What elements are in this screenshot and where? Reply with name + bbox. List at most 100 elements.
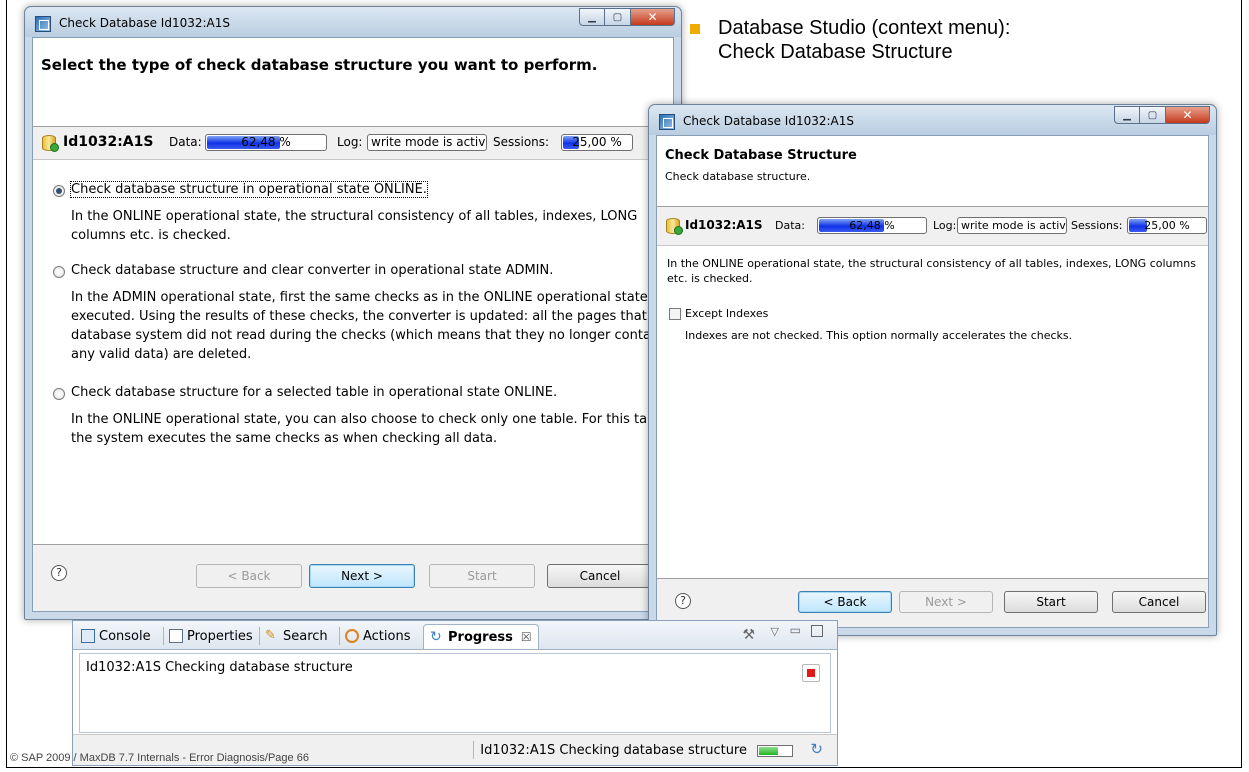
- sessions-meter: 25,00 %: [1127, 217, 1207, 234]
- status-progress-meter: [757, 745, 793, 757]
- tab-progress[interactable]: ↻ Progress ☒: [423, 624, 539, 649]
- actions-icon: [345, 629, 359, 643]
- progress-icon[interactable]: ↻: [810, 740, 823, 758]
- window-controls: ▁ ▢ ✕: [1114, 106, 1210, 124]
- dialog2-client: Check Database Structure Check database …: [656, 135, 1209, 628]
- tab-actions-label: Actions: [363, 628, 411, 644]
- sessions-value: 25,00 %: [1144, 219, 1190, 232]
- search-icon: ✎: [265, 628, 276, 643]
- cancel-button[interactable]: Cancel: [1112, 591, 1206, 613]
- option-table-check-description: In the ONLINE operational state, you can…: [71, 412, 667, 446]
- option-admin-check-description: In the ADMIN operational state, first th…: [71, 290, 673, 362]
- database-icon: [42, 135, 59, 152]
- log-label: Log:: [933, 219, 957, 232]
- maximize-icon[interactable]: ▢: [1140, 106, 1166, 124]
- back-button[interactable]: < Back: [798, 591, 892, 613]
- window-controls: ▁ ▢ ✕: [579, 8, 675, 26]
- dialog1-client: Select the type of check database struct…: [32, 37, 674, 612]
- dialog1-titlebar[interactable]: Check Database Id1032:A1S ▁ ▢ ✕: [25, 7, 681, 37]
- start-button[interactable]: Start: [429, 564, 535, 588]
- bullet-square-icon: [690, 24, 700, 34]
- tab-separator: [163, 627, 164, 645]
- dialog2-db-status-line: Id1032:A1S Data: 62,48 % Log: write mode…: [657, 207, 1208, 246]
- radio-admin-check[interactable]: [53, 266, 65, 278]
- dialog2-description: In the ONLINE operational state, the str…: [667, 257, 1196, 285]
- maximize-icon[interactable]: ▢: [605, 8, 631, 26]
- progress-job-label: Id1032:A1S Checking database structure: [86, 660, 353, 675]
- properties-icon: [169, 629, 183, 643]
- progress-view-panel: Console Properties ✎ Search Actions ↻ Pr…: [72, 620, 838, 766]
- tab-console-label: Console: [99, 628, 151, 644]
- view-menu-icon[interactable]: ▽: [771, 625, 779, 638]
- close-icon[interactable]: ✕: [1166, 106, 1210, 124]
- status-separator: [473, 741, 474, 759]
- status-text: Id1032:A1S Checking database structure: [480, 743, 747, 758]
- option-online-check-description: In the ONLINE operational state, the str…: [71, 209, 638, 243]
- minimize-view-icon[interactable]: ▭: [790, 623, 801, 637]
- tab-console[interactable]: Console: [81, 624, 151, 648]
- dialog1-db-status-line: Id1032:A1S Data: 62,48 % Log: write mode…: [33, 127, 673, 160]
- radio-online-check[interactable]: [53, 185, 65, 197]
- dialog-select-check-type: Check Database Id1032:A1S ▁ ▢ ✕ Select t…: [24, 6, 682, 620]
- tab-separator: [339, 627, 340, 645]
- status-progress-fill: [759, 747, 778, 755]
- back-button[interactable]: < Back: [196, 564, 302, 588]
- sessions-label: Sessions:: [493, 135, 550, 149]
- close-icon[interactable]: ✕: [631, 8, 675, 26]
- database-app-icon: [659, 114, 675, 130]
- dialog1-header: Select the type of check database struct…: [33, 38, 673, 127]
- except-indexes-label[interactable]: Except Indexes: [685, 307, 768, 320]
- dialog2-titlebar[interactable]: Check Database Id1032:A1S ▁ ▢ ✕: [649, 105, 1216, 135]
- log-label: Log:: [337, 135, 363, 149]
- progress-icon: ↻: [430, 629, 442, 645]
- dialog2-heading: Check Database Structure: [665, 148, 857, 163]
- option-admin-check-label[interactable]: Check database structure and clear conve…: [71, 263, 553, 278]
- sessions-meter: 25,00 %: [561, 134, 633, 151]
- remove-finished-icon[interactable]: ⚒: [742, 627, 755, 643]
- minimize-icon[interactable]: ▁: [579, 8, 605, 26]
- tab-separator: [259, 627, 260, 645]
- tab-progress-label: Progress: [448, 629, 513, 645]
- option-online-check-label[interactable]: Check database structure in operational …: [70, 181, 428, 198]
- tab-actions[interactable]: Actions: [345, 624, 411, 648]
- sessions-label: Sessions:: [1071, 219, 1123, 232]
- database-app-icon: [35, 16, 51, 32]
- data-label: Data:: [775, 219, 805, 232]
- sessions-value: 25,00 %: [572, 135, 622, 149]
- dialog2-title: Check Database Id1032:A1S: [683, 114, 854, 128]
- progress-list: Id1032:A1S Checking database structure: [79, 653, 831, 733]
- dialog1-footer: ? < Back Next > Start Cancel: [33, 544, 673, 611]
- database-icon: [666, 218, 683, 235]
- dialog1-title: Check Database Id1032:A1S: [59, 16, 230, 30]
- tab-search[interactable]: ✎ Search: [265, 624, 328, 648]
- data-label: Data:: [169, 135, 202, 149]
- bullet-text: Database Studio (context menu): Check Da…: [718, 17, 1011, 63]
- log-status-field: write mode is activ: [367, 134, 487, 151]
- data-usage-value: 62,48 %: [849, 219, 895, 232]
- dialog1-heading: Select the type of check database struct…: [41, 56, 598, 74]
- log-status-field: write mode is activ: [957, 217, 1067, 234]
- option-table-check-label[interactable]: Check database structure for a selected …: [71, 385, 557, 400]
- radio-table-check[interactable]: [53, 388, 65, 400]
- help-icon[interactable]: ?: [675, 593, 691, 609]
- help-icon[interactable]: ?: [51, 565, 67, 581]
- maximize-view-icon[interactable]: [811, 625, 823, 637]
- data-usage-meter: 62,48 %: [817, 217, 927, 234]
- copyright-footer: © SAP 2009 / MaxDB 7.7 Internals - Error…: [10, 752, 309, 764]
- next-button[interactable]: Next >: [899, 591, 993, 613]
- minimize-icon[interactable]: ▁: [1114, 106, 1140, 124]
- dialog2-subheading: Check database structure.: [665, 170, 811, 183]
- console-icon: [81, 629, 95, 643]
- next-button[interactable]: Next >: [309, 564, 415, 588]
- close-tab-icon[interactable]: ☒: [521, 630, 532, 644]
- except-indexes-checkbox[interactable]: [669, 308, 681, 320]
- start-button[interactable]: Start: [1004, 591, 1098, 613]
- data-usage-meter: 62,48 %: [205, 134, 327, 151]
- stop-icon[interactable]: [802, 664, 820, 682]
- db-name: Id1032:A1S: [63, 134, 154, 150]
- data-usage-value: 62,48 %: [241, 135, 291, 149]
- tab-search-label: Search: [283, 628, 328, 644]
- cancel-button[interactable]: Cancel: [547, 564, 653, 588]
- tab-properties[interactable]: Properties: [169, 624, 253, 648]
- except-indexes-description: Indexes are not checked. This option nor…: [685, 329, 1073, 342]
